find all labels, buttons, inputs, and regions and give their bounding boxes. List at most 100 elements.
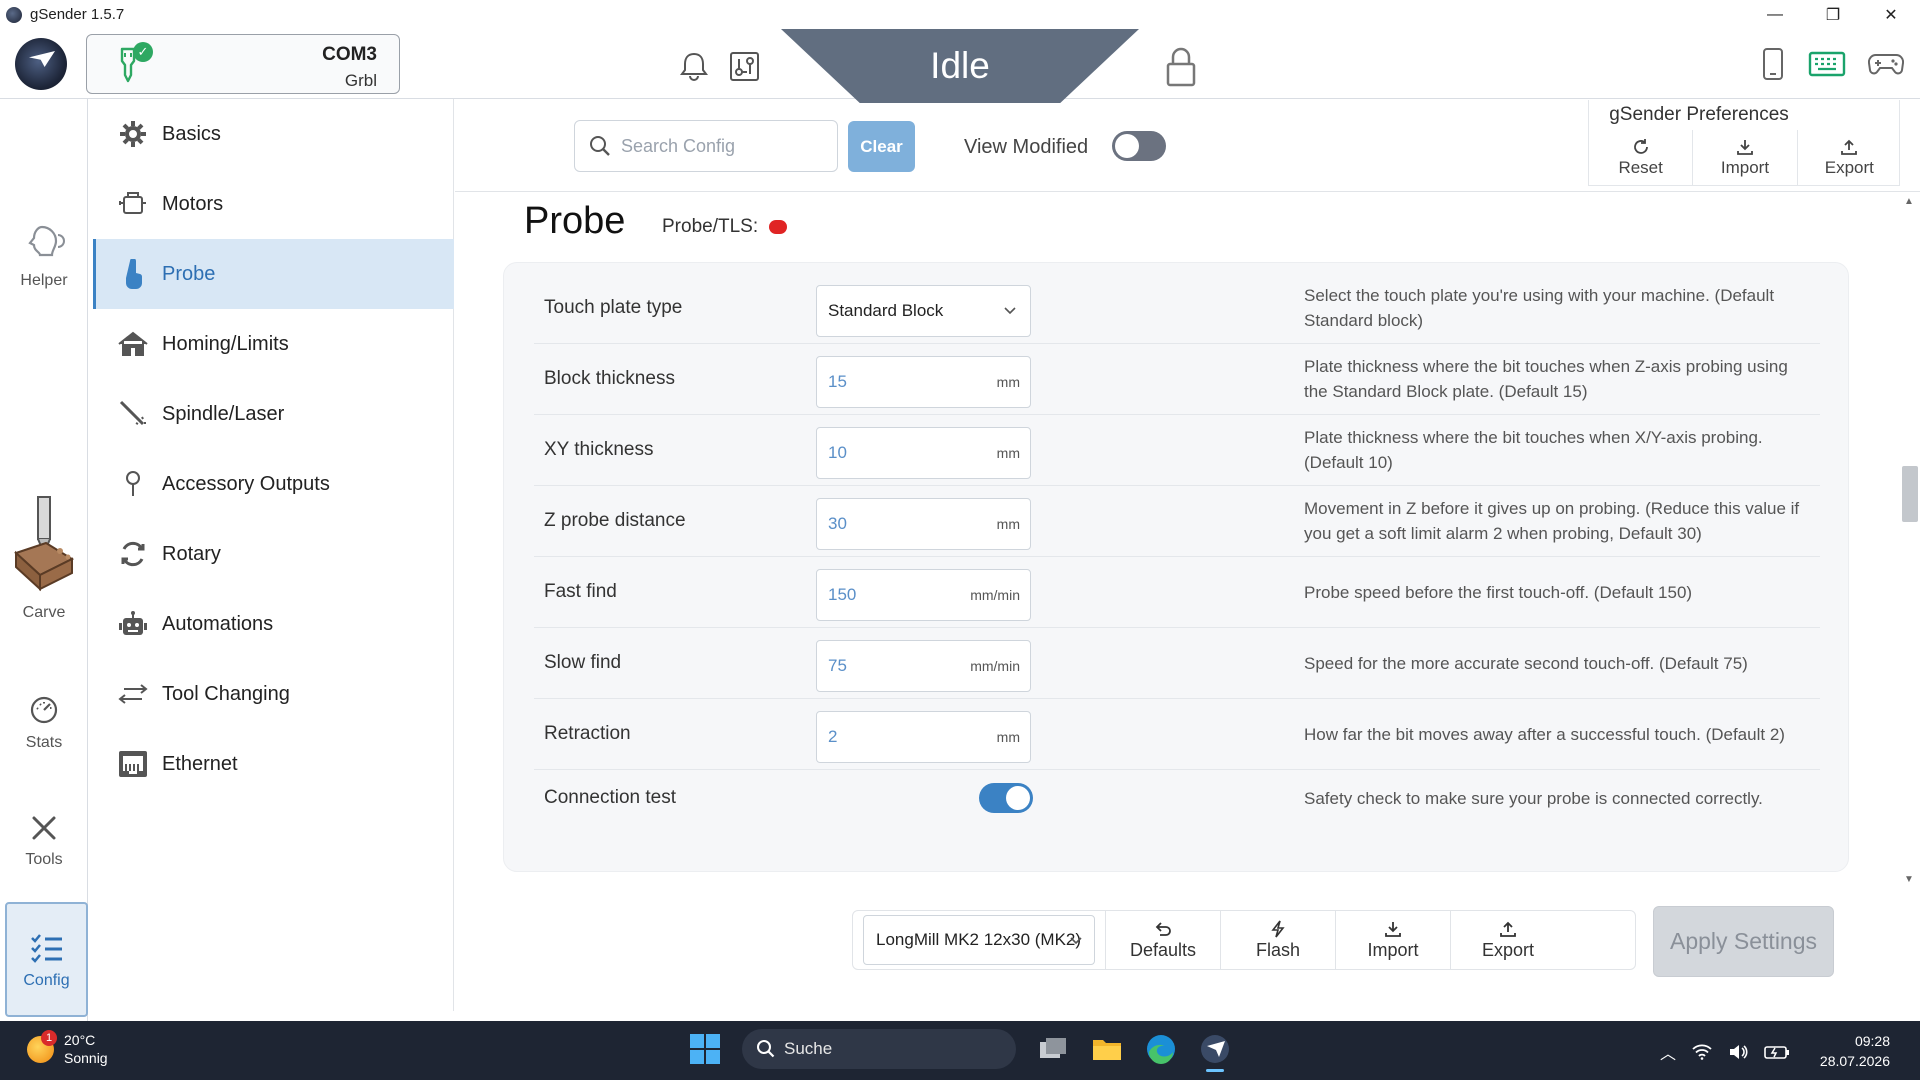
menu-item-motors[interactable]: Motors (93, 169, 454, 239)
bell-icon[interactable] (680, 51, 708, 81)
preferences-buttons: Reset Import Export (1589, 130, 1901, 185)
setting-label: Touch plate type (544, 297, 683, 318)
taskbar-search[interactable]: Suche (742, 1029, 1016, 1069)
fast-find-input[interactable]: 150 mm/min (816, 569, 1031, 621)
board-icon[interactable] (729, 51, 760, 82)
content-scrollbar[interactable] (1900, 192, 1920, 886)
windows-start-icon[interactable] (690, 1034, 720, 1064)
menu-label-tool-changing: Tool Changing (162, 682, 290, 705)
menu-item-rotary[interactable]: Rotary (93, 519, 454, 589)
menu-item-ethernet[interactable]: Ethernet (93, 729, 454, 799)
pin-icon (118, 469, 148, 499)
menu-item-basics[interactable]: Basics (93, 99, 454, 169)
setting-row-retraction: Retraction 2 mm How far the bit moves aw… (534, 699, 1820, 770)
menu-label-basics: Basics (162, 122, 221, 145)
scrollbar-thumb[interactable] (1902, 466, 1918, 522)
setting-description: Plate thickness where the bit touches wh… (1304, 357, 1788, 401)
minimize-button[interactable]: — (1746, 0, 1804, 29)
toolbar-divider (455, 191, 1920, 192)
retraction-input[interactable]: 2 mm (816, 711, 1031, 763)
search-icon (757, 1040, 775, 1058)
search-config-box[interactable] (574, 120, 838, 172)
clear-search-button[interactable]: Clear (848, 121, 915, 172)
menu-item-tool-changing[interactable]: Tool Changing (93, 659, 454, 729)
xy-thickness-input[interactable]: 10 mm (816, 427, 1031, 479)
helper-icon (28, 225, 65, 257)
menu-item-probe[interactable]: Probe (93, 239, 454, 309)
apply-settings-button[interactable]: Apply Settings (1653, 906, 1834, 977)
robot-icon (118, 609, 148, 639)
menu-item-homing-limits[interactable]: Homing/Limits (93, 309, 454, 379)
setting-label: XY thickness (544, 439, 654, 460)
rail-item-tools[interactable]: Tools (0, 814, 88, 869)
home-icon (118, 329, 148, 359)
speaker-icon[interactable] (1728, 1044, 1748, 1060)
weather-widget[interactable]: 1 20°C Sonnig (27, 1029, 108, 1067)
restore-button[interactable]: ❐ (1804, 0, 1862, 29)
setting-label: Retraction (544, 723, 631, 744)
clock-date: 28.07.2026 (1819, 1053, 1890, 1069)
taskbar-clock[interactable]: 09:28 28.07.2026 (1820, 1031, 1890, 1071)
rail-item-config[interactable]: Config (5, 902, 88, 1017)
title-bar: gSender 1.5.7 — ❐ ✕ (0, 0, 1920, 29)
input-value: 30 (828, 514, 847, 533)
scroll-down-icon[interactable]: ▼ (1904, 874, 1914, 885)
connection-button[interactable]: ✓ COM3 Grbl (86, 34, 400, 94)
battery-icon[interactable] (1764, 1044, 1790, 1060)
export-settings-button[interactable]: Export (1450, 911, 1565, 969)
taskbar-search-label: Suche (784, 1039, 833, 1058)
export-settings-label: Export (1481, 939, 1535, 960)
defaults-button[interactable]: Defaults (1105, 911, 1220, 969)
input-value: 75 (828, 656, 847, 675)
export-icon (1841, 139, 1858, 155)
slow-find-input[interactable]: 75 mm/min (816, 640, 1031, 692)
menu-item-automations[interactable]: Automations (93, 589, 454, 659)
search-config-input[interactable] (621, 135, 821, 157)
prefs-reset-button[interactable]: Reset (1589, 130, 1694, 185)
block-thickness-input[interactable]: 15 mm (816, 356, 1031, 408)
setting-label: Z probe distance (544, 510, 686, 531)
rail-item-carve[interactable]: Carve (0, 495, 88, 622)
rail-item-helper[interactable]: Helper (0, 223, 88, 290)
z-probe-distance-input[interactable]: 30 mm (816, 498, 1031, 550)
section-title: Probe (524, 200, 626, 242)
flash-button[interactable]: Flash (1220, 911, 1335, 969)
lock-icon[interactable] (1164, 46, 1198, 88)
config-menu: Basics Motors Probe Homing/Limits Spindl… (88, 99, 454, 1011)
prefs-import-label: Import (1720, 157, 1770, 177)
rail-item-stats[interactable]: Stats (0, 695, 88, 752)
machine-profile-bar: LongMill MK2 12x30 (MK2) Defaults Flash … (852, 910, 1636, 970)
preferences-panel: gSender Preferences Reset Import Export (1588, 100, 1900, 186)
select-value: Standard Block (828, 301, 944, 320)
phone-icon[interactable] (1760, 47, 1786, 81)
prefs-import-button[interactable]: Import (1693, 130, 1798, 185)
connection-firmware: Grbl (344, 71, 377, 90)
edge-browser-icon[interactable] (1144, 1032, 1178, 1066)
wifi-icon[interactable] (1692, 1044, 1712, 1060)
machine-profile-select[interactable]: LongMill MK2 12x30 (MK2) (863, 915, 1095, 965)
gamepad-icon[interactable] (1868, 51, 1904, 77)
scroll-up-icon[interactable]: ▲ (1904, 196, 1914, 207)
file-explorer-icon[interactable] (1090, 1032, 1124, 1066)
gsender-logo (15, 38, 67, 90)
gsender-taskbar-icon[interactable] (1198, 1032, 1232, 1072)
import-settings-button[interactable]: Import (1335, 911, 1450, 969)
menu-item-spindle-laser[interactable]: Spindle/Laser (93, 379, 454, 449)
view-modified-toggle[interactable] (1112, 131, 1166, 161)
header-right-icons (1760, 47, 1904, 81)
close-button[interactable]: ✕ (1862, 0, 1920, 29)
input-unit: mm (996, 729, 1020, 745)
setting-description: Safety check to make sure your probe is … (1304, 788, 1763, 808)
menu-item-accessory-outputs[interactable]: Accessory Outputs (93, 449, 454, 519)
connection-test-toggle[interactable] (979, 783, 1033, 813)
keyboard-icon[interactable] (1808, 51, 1846, 77)
chevron-up-icon[interactable]: ︿ (1660, 1040, 1676, 1064)
swap-icon (118, 679, 148, 709)
probe-settings-card: Touch plate type Standard Block Select t… (503, 262, 1849, 872)
prefs-export-button[interactable]: Export (1798, 130, 1901, 185)
undo-icon (1155, 921, 1171, 936)
rail-label-stats: Stats (25, 734, 63, 751)
setting-description: How far the bit moves away after a succe… (1304, 724, 1785, 744)
task-view-icon[interactable] (1036, 1032, 1070, 1066)
touch-plate-type-select[interactable]: Standard Block (816, 285, 1031, 337)
